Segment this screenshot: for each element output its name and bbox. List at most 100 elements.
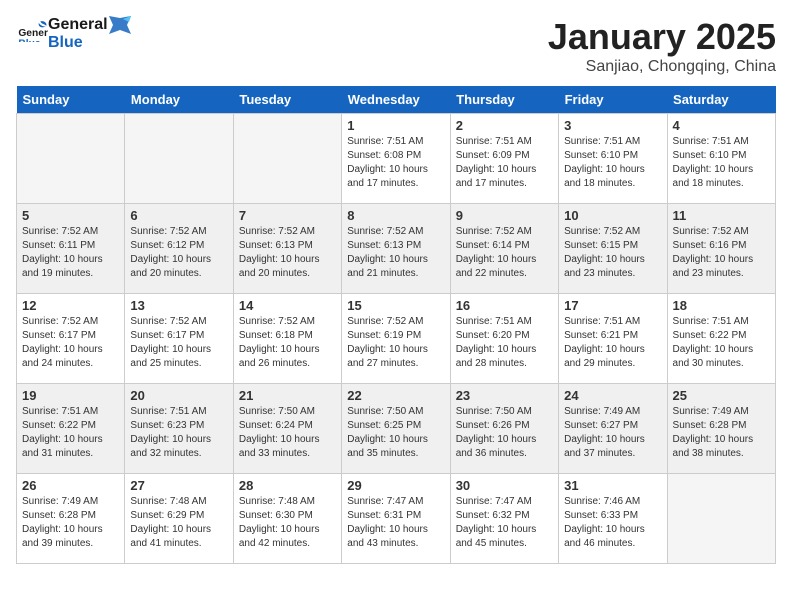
calendar-cell: 10 Sunrise: 7:52 AMSunset: 6:15 PMDayligh… — [559, 204, 667, 294]
calendar-cell: 3 Sunrise: 7:51 AMSunset: 6:10 PMDaylight… — [559, 114, 667, 204]
page-header: General Blue General Blue January 2025 S… — [16, 16, 776, 76]
day-number: 28 — [239, 478, 336, 493]
calendar-cell: 17 Sunrise: 7:51 AMSunset: 6:21 PMDayligh… — [559, 294, 667, 384]
calendar-cell — [17, 114, 125, 204]
day-info: Sunrise: 7:51 AMSunset: 6:10 PMDaylight:… — [564, 135, 661, 191]
day-number: 12 — [22, 298, 119, 313]
day-number: 9 — [456, 208, 553, 223]
bird-icon — [109, 16, 131, 34]
day-number: 27 — [130, 478, 227, 493]
calendar-cell: 29 Sunrise: 7:47 AMSunset: 6:31 PMDayligh… — [342, 474, 450, 564]
calendar-cell — [667, 474, 775, 564]
calendar-cell: 18 Sunrise: 7:51 AMSunset: 6:22 PMDayligh… — [667, 294, 775, 384]
calendar-cell: 30 Sunrise: 7:47 AMSunset: 6:32 PMDayligh… — [450, 474, 558, 564]
day-number: 6 — [130, 208, 227, 223]
day-number: 16 — [456, 298, 553, 313]
logo-icon: General Blue — [18, 20, 48, 42]
day-info: Sunrise: 7:52 AMSunset: 6:17 PMDaylight:… — [22, 315, 119, 371]
day-number: 21 — [239, 388, 336, 403]
day-info: Sunrise: 7:51 AMSunset: 6:22 PMDaylight:… — [22, 405, 119, 461]
day-info: Sunrise: 7:52 AMSunset: 6:11 PMDaylight:… — [22, 225, 119, 281]
calendar-subtitle: Sanjiao, Chongqing, China — [548, 58, 776, 76]
calendar-cell: 8Sunrise: 7:52 AMSunset: 6:13 PMDaylight… — [342, 204, 450, 294]
day-info: Sunrise: 7:51 AMSunset: 6:22 PMDaylight:… — [673, 315, 770, 371]
svg-text:Blue: Blue — [18, 39, 41, 43]
calendar-cell: 9Sunrise: 7:52 AMSunset: 6:14 PMDaylight… — [450, 204, 558, 294]
calendar-cell: 13Sunrise: 7:52 AMSunset: 6:17 PMDayligh… — [125, 294, 233, 384]
day-info: Sunrise: 7:48 AMSunset: 6:29 PMDaylight:… — [130, 495, 227, 551]
weekday-header-tuesday: Tuesday — [233, 86, 341, 114]
day-number: 13 — [130, 298, 227, 313]
day-number: 11 — [673, 208, 770, 223]
day-info: Sunrise: 7:51 AMSunset: 6:21 PMDaylight:… — [564, 315, 661, 371]
calendar-cell: 22Sunrise: 7:50 AMSunset: 6:25 PMDayligh… — [342, 384, 450, 474]
calendar-cell: 4 Sunrise: 7:51 AMSunset: 6:10 PMDaylight… — [667, 114, 775, 204]
day-number: 19 — [22, 388, 119, 403]
day-number: 1 — [347, 118, 444, 133]
day-info: Sunrise: 7:50 AMSunset: 6:24 PMDaylight:… — [239, 405, 336, 461]
day-info: Sunrise: 7:47 AMSunset: 6:32 PMDaylight:… — [456, 495, 553, 551]
title-block: January 2025 Sanjiao, Chongqing, China — [548, 16, 776, 76]
week-row-4: 19 Sunrise: 7:51 AMSunset: 6:22 PMDayligh… — [17, 384, 776, 474]
weekday-header-sunday: Sunday — [17, 86, 125, 114]
weekday-header-friday: Friday — [559, 86, 667, 114]
day-number: 8 — [347, 208, 444, 223]
day-info: Sunrise: 7:52 AMSunset: 6:16 PMDaylight:… — [673, 225, 770, 281]
day-number: 18 — [673, 298, 770, 313]
day-info: Sunrise: 7:51 AMSunset: 6:10 PMDaylight:… — [673, 135, 770, 191]
header-row: SundayMondayTuesdayWednesdayThursdayFrid… — [17, 86, 776, 114]
logo-blue: Blue — [48, 34, 132, 52]
day-info: Sunrise: 7:49 AMSunset: 6:28 PMDaylight:… — [673, 405, 770, 461]
day-number: 26 — [22, 478, 119, 493]
day-number: 30 — [456, 478, 553, 493]
day-info: Sunrise: 7:51 AMSunset: 6:09 PMDaylight:… — [456, 135, 553, 191]
day-info: Sunrise: 7:52 AMSunset: 6:12 PMDaylight:… — [130, 225, 227, 281]
day-number: 25 — [673, 388, 770, 403]
day-number: 23 — [456, 388, 553, 403]
calendar-cell — [233, 114, 341, 204]
day-number: 4 — [673, 118, 770, 133]
day-info: Sunrise: 7:46 AMSunset: 6:33 PMDaylight:… — [564, 495, 661, 551]
day-info: Sunrise: 7:51 AMSunset: 6:20 PMDaylight:… — [456, 315, 553, 371]
calendar-cell: 19 Sunrise: 7:51 AMSunset: 6:22 PMDayligh… — [17, 384, 125, 474]
weekday-header-monday: Monday — [125, 86, 233, 114]
calendar-cell: 2Sunrise: 7:51 AMSunset: 6:09 PMDaylight… — [450, 114, 558, 204]
day-number: 17 — [564, 298, 661, 313]
day-number: 3 — [564, 118, 661, 133]
day-number: 10 — [564, 208, 661, 223]
week-row-5: 26 Sunrise: 7:49 AMSunset: 6:28 PMDayligh… — [17, 474, 776, 564]
calendar-cell: 23 Sunrise: 7:50 AMSunset: 6:26 PMDayligh… — [450, 384, 558, 474]
calendar-cell: 6 Sunrise: 7:52 AMSunset: 6:12 PMDaylight… — [125, 204, 233, 294]
calendar-cell: 15 Sunrise: 7:52 AMSunset: 6:19 PMDayligh… — [342, 294, 450, 384]
day-info: Sunrise: 7:50 AMSunset: 6:26 PMDaylight:… — [456, 405, 553, 461]
day-info: Sunrise: 7:51 AMSunset: 6:08 PMDaylight:… — [347, 135, 444, 191]
calendar-cell: 7 Sunrise: 7:52 AMSunset: 6:13 PMDaylight… — [233, 204, 341, 294]
weekday-header-wednesday: Wednesday — [342, 86, 450, 114]
day-info: Sunrise: 7:52 AMSunset: 6:19 PMDaylight:… — [347, 315, 444, 371]
day-number: 24 — [564, 388, 661, 403]
day-number: 29 — [347, 478, 444, 493]
day-info: Sunrise: 7:52 AMSunset: 6:13 PMDaylight:… — [239, 225, 336, 281]
logo: General Blue General Blue — [16, 16, 132, 52]
day-info: Sunrise: 7:51 AMSunset: 6:23 PMDaylight:… — [130, 405, 227, 461]
day-info: Sunrise: 7:52 AMSunset: 6:15 PMDaylight:… — [564, 225, 661, 281]
calendar-cell: 12 Sunrise: 7:52 AMSunset: 6:17 PMDayligh… — [17, 294, 125, 384]
calendar-cell: 20Sunrise: 7:51 AMSunset: 6:23 PMDayligh… — [125, 384, 233, 474]
calendar-cell — [125, 114, 233, 204]
calendar-cell: 25 Sunrise: 7:49 AMSunset: 6:28 PMDayligh… — [667, 384, 775, 474]
day-number: 5 — [22, 208, 119, 223]
calendar-cell: 28Sunrise: 7:48 AMSunset: 6:30 PMDayligh… — [233, 474, 341, 564]
weekday-header-saturday: Saturday — [667, 86, 775, 114]
day-info: Sunrise: 7:49 AMSunset: 6:28 PMDaylight:… — [22, 495, 119, 551]
calendar-cell: 1 Sunrise: 7:51 AMSunset: 6:08 PMDaylight… — [342, 114, 450, 204]
day-number: 15 — [347, 298, 444, 313]
calendar-cell: 5 Sunrise: 7:52 AMSunset: 6:11 PMDaylight… — [17, 204, 125, 294]
calendar-title: January 2025 — [548, 16, 776, 58]
day-info: Sunrise: 7:47 AMSunset: 6:31 PMDaylight:… — [347, 495, 444, 551]
calendar-cell: 24Sunrise: 7:49 AMSunset: 6:27 PMDayligh… — [559, 384, 667, 474]
calendar-cell: 21 Sunrise: 7:50 AMSunset: 6:24 PMDayligh… — [233, 384, 341, 474]
calendar-cell: 11 Sunrise: 7:52 AMSunset: 6:16 PMDayligh… — [667, 204, 775, 294]
day-number: 7 — [239, 208, 336, 223]
day-info: Sunrise: 7:50 AMSunset: 6:25 PMDaylight:… — [347, 405, 444, 461]
svg-text:General: General — [18, 28, 48, 39]
